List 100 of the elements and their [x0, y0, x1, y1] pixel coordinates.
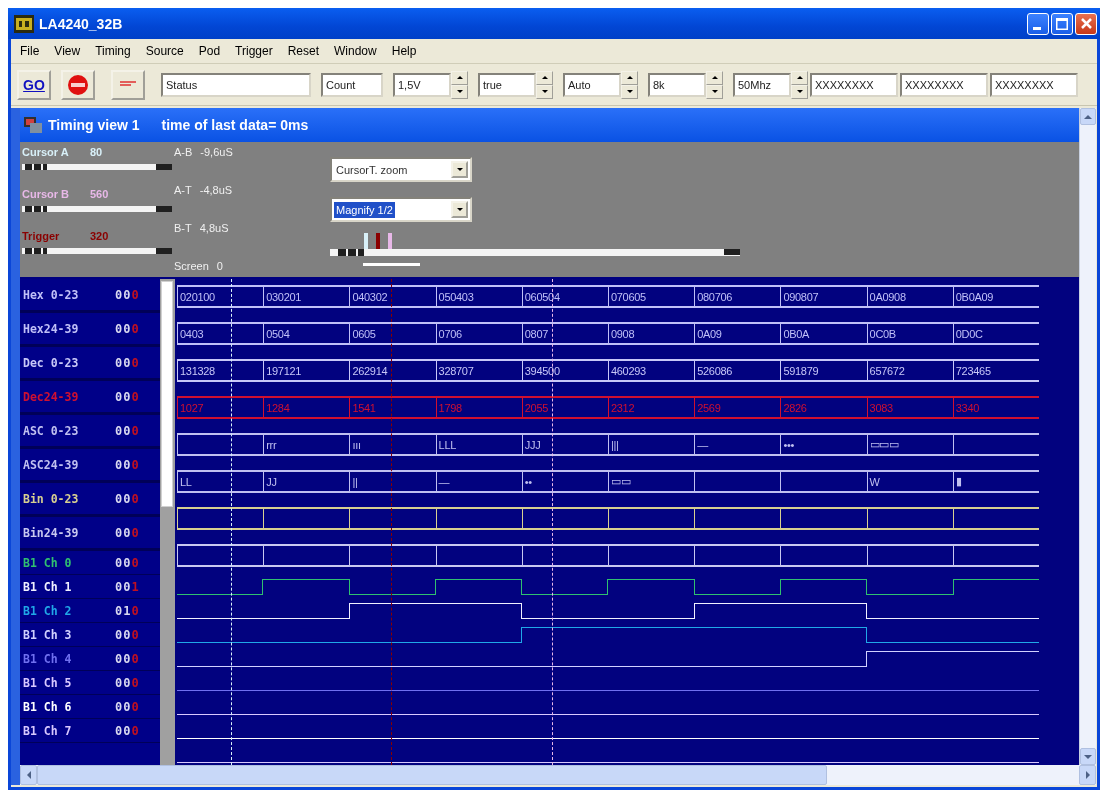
signal-name[interactable]: B1 Ch 6 — [20, 699, 115, 714]
bus-value: ▮ — [955, 475, 962, 488]
spin-up-button[interactable] — [451, 70, 468, 85]
signal-name[interactable]: B1 Ch 1 — [20, 579, 115, 594]
menu-item[interactable]: Timing — [95, 44, 131, 58]
app-icon — [14, 14, 34, 33]
pattern-field[interactable]: XXXXXXXX — [990, 72, 1078, 97]
signal-name[interactable]: B1 Ch 7 — [20, 723, 115, 738]
bus-value: 0A0908 — [869, 290, 906, 303]
bus-value: 0B0A — [783, 327, 810, 340]
menu-item[interactable]: Help — [391, 44, 417, 58]
spin-field[interactable]: 8k — [648, 72, 706, 97]
vertical-scrollbar[interactable] — [1079, 108, 1096, 765]
measure-label: A-T — [174, 184, 192, 196]
bus-value: 040302 — [352, 290, 388, 303]
measure-label: B-T — [174, 222, 192, 234]
minimize-button[interactable] — [1027, 12, 1049, 35]
cursor-marker — [376, 233, 380, 249]
bus-value: ▭▭ — [611, 475, 631, 488]
slider-thumb[interactable] — [24, 248, 47, 254]
slider-thumb[interactable] — [24, 164, 47, 170]
signal-name[interactable]: Hex 0-23 — [20, 287, 115, 302]
view-range-bar — [363, 263, 420, 266]
signal-name[interactable]: ASC24-39 — [20, 457, 115, 472]
zoom-dropdown[interactable]: CursorT. zoom — [330, 157, 472, 182]
bus-value: — — [438, 475, 450, 488]
bus-value: 0807 — [524, 327, 549, 340]
spin-field[interactable]: Auto — [563, 72, 621, 97]
bus-value: 0504 — [266, 327, 290, 340]
signal-name[interactable]: B1 Ch 0 — [20, 555, 115, 570]
cursor-value: 80 — [90, 146, 103, 158]
cursor-slider[interactable] — [22, 164, 172, 170]
go-button[interactable]: GO — [17, 69, 51, 100]
bus-value: 2055 — [524, 401, 549, 414]
slider-thumb[interactable] — [24, 206, 47, 212]
cursor-slider[interactable] — [22, 248, 172, 254]
trigger-button[interactable] — [111, 69, 145, 100]
bus-value: 394500 — [524, 364, 560, 377]
slider-thumb[interactable] — [337, 249, 364, 256]
stop-button[interactable] — [61, 69, 95, 100]
bus-value: LLL — [438, 438, 457, 451]
signal-name[interactable]: B1 Ch 5 — [20, 675, 115, 690]
bus-value: 090807 — [783, 290, 819, 303]
measure-label: A-B — [174, 146, 193, 158]
signal-name[interactable]: B1 Ch 2 — [20, 603, 115, 618]
spin-up-button[interactable] — [706, 70, 723, 85]
measure-value: -4,8uS — [199, 184, 233, 196]
menu-item[interactable]: Source — [145, 44, 184, 58]
spin-field[interactable]: 1,5V — [393, 72, 451, 97]
spin-field[interactable]: 50Mhz — [733, 72, 791, 97]
bus-value: JJ — [266, 475, 277, 488]
cursor-slider[interactable] — [22, 206, 172, 212]
menu-item[interactable]: View — [54, 44, 81, 58]
cursor-marker — [364, 233, 368, 249]
row-scrollbar[interactable] — [160, 279, 175, 765]
spin-up-button[interactable] — [621, 70, 638, 85]
menu-item[interactable]: Reset — [287, 44, 320, 58]
maximize-button[interactable] — [1051, 12, 1073, 35]
bus-value: 0605 — [352, 327, 376, 340]
scroll-thumb[interactable] — [161, 281, 173, 507]
signal-name[interactable]: B1 Ch 3 — [20, 627, 115, 642]
bus-value: JJJ — [524, 438, 541, 451]
signal-name[interactable]: ASC 0-23 — [20, 423, 115, 438]
pattern-field[interactable]: XXXXXXXX — [810, 72, 898, 97]
spin-up-button[interactable] — [536, 70, 553, 85]
menu-item[interactable]: File — [20, 44, 40, 58]
spin-up-button[interactable] — [791, 70, 808, 85]
bus-value: 1541 — [352, 401, 376, 414]
cursor-value: 560 — [90, 188, 109, 200]
signal-readout: 000 — [115, 423, 140, 438]
measure-value: 4,8uS — [199, 222, 229, 234]
pattern-field[interactable]: XXXXXXXX — [900, 72, 988, 97]
signal-readout: 000 — [115, 491, 140, 506]
bus-value: 2312 — [611, 401, 635, 414]
last-data-time: time of last data= 0ms — [161, 117, 309, 133]
menu-item[interactable]: Window — [334, 44, 377, 58]
status-field[interactable]: Status — [161, 72, 311, 97]
signal-readout: 000 — [115, 287, 140, 302]
count-field[interactable]: Count — [321, 72, 383, 97]
overview-slider[interactable] — [330, 249, 740, 256]
signal-readout: 000 — [115, 525, 140, 540]
signal-readout: 000 — [115, 321, 140, 336]
close-button[interactable] — [1075, 12, 1097, 35]
bus-value: 050403 — [438, 290, 474, 303]
signal-name[interactable]: Dec 0-23 — [20, 355, 115, 370]
cursor-line[interactable] — [391, 279, 393, 765]
spin-field[interactable]: true — [478, 72, 536, 97]
menu-item[interactable]: Pod — [198, 44, 221, 58]
bus-value: 0D0C — [955, 327, 983, 340]
signal-name[interactable]: B1 Ch 4 — [20, 651, 115, 666]
bus-value: 328707 — [438, 364, 474, 377]
menu-item[interactable]: Trigger — [235, 44, 273, 58]
window-title: LA4240_32B — [39, 15, 123, 32]
horizontal-scrollbar[interactable] — [20, 765, 1096, 785]
signal-name[interactable]: Bin24-39 — [20, 525, 115, 540]
bus-value: 3083 — [869, 401, 893, 414]
signal-name[interactable]: Hex24-39 — [20, 321, 115, 336]
magnify-dropdown[interactable]: Magnify 1/2 — [330, 197, 472, 222]
measure-value: -9,6uS — [200, 146, 233, 158]
signal-name[interactable]: Bin 0-23 — [20, 491, 115, 506]
